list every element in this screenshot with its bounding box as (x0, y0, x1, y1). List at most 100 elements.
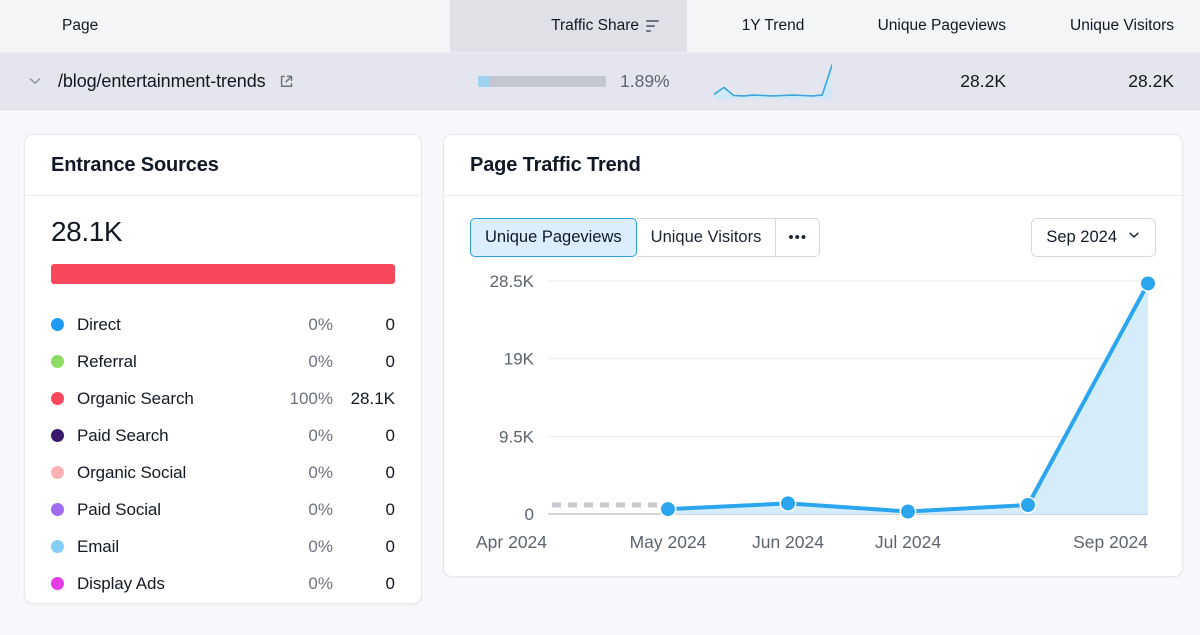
metric-segmented-control: Unique Pageviews Unique Visitors ••• (470, 218, 821, 257)
entrance-source-item[interactable]: Direct 0% 0 (51, 306, 395, 343)
source-value: 0 (385, 462, 395, 482)
traffic-share-bar-fill (478, 75, 490, 87)
entrance-source-item[interactable]: Organic Search 100% 28.1K (51, 380, 395, 417)
source-value: 0 (385, 536, 395, 556)
entrance-sources-body: 28.1K Direct 0% 0 Referral 0% 0 Organic Search… (25, 196, 421, 602)
unique-pageviews-value: 28.2K (960, 70, 1006, 91)
source-value: 0 (385, 425, 395, 445)
page-traffic-trend-card: Page Traffic Trend Unique Pageviews Uniq… (443, 134, 1183, 577)
source-value: 0 (385, 351, 395, 371)
sort-descending-icon (646, 19, 659, 33)
source-label: Organic Social (77, 462, 187, 482)
tab-unique-pageviews[interactable]: Unique Pageviews (470, 218, 637, 257)
y-axis-tick-label: 19K (504, 350, 535, 369)
date-selector[interactable]: Sep 2024 (1031, 218, 1156, 257)
source-label: Referral (77, 351, 137, 371)
column-header-unique-visitors[interactable]: Unique Visitors (1031, 0, 1200, 52)
traffic-trend-chart-svg: 0 9.5K 19K 28.5K Apr 2024 May 2024 Jun 2024 Jul… (476, 272, 1157, 552)
date-selector-value: Sep 2024 (1046, 228, 1117, 246)
trend-controls: Unique Pageviews Unique Visitors ••• Sep… (444, 196, 1182, 257)
x-axis-tick-label: Sep 2024 (1073, 532, 1148, 552)
more-metrics-button[interactable]: ••• (776, 218, 821, 257)
source-value: 28.1K (350, 388, 395, 408)
x-axis-tick-label: Jul 2024 (875, 532, 941, 552)
column-header-unique-pageviews-label: Unique Pageviews (877, 17, 1006, 34)
entrance-source-item[interactable]: Organic Social 0% 0 (51, 454, 395, 491)
source-label: Paid Search (77, 425, 169, 445)
source-color-dot (51, 503, 64, 516)
external-link-icon[interactable] (278, 73, 295, 90)
table-cell-unique-pageviews: 28.2K (859, 53, 1031, 109)
entrance-sources-header: Entrance Sources (25, 135, 421, 196)
stacked-bar-segment (51, 264, 395, 284)
source-label: Direct (77, 314, 121, 334)
table-cell-1y-trend (687, 53, 859, 109)
results-table-header: Page Traffic Share 1Y Trend Unique Pagev… (0, 0, 1200, 53)
column-header-page[interactable]: Page (0, 0, 450, 52)
source-percent: 0% (308, 462, 333, 482)
source-label: Email (77, 536, 120, 556)
data-point[interactable] (1141, 276, 1155, 291)
x-axis-tick-label: Jun 2024 (752, 532, 824, 552)
entrance-source-item[interactable]: Display Ads 0% 0 (51, 565, 395, 602)
source-value: 0 (385, 573, 395, 593)
entrance-sources-list: Direct 0% 0 Referral 0% 0 Organic Search 100% 28… (51, 306, 395, 602)
column-header-traffic-share[interactable]: Traffic Share (450, 0, 687, 52)
page-traffic-trend-header: Page Traffic Trend (444, 135, 1182, 196)
source-label: Display Ads (77, 573, 165, 593)
column-header-1y-trend[interactable]: 1Y Trend (687, 0, 859, 52)
entrance-sources-title: Entrance Sources (51, 154, 219, 176)
data-point[interactable] (661, 502, 675, 517)
source-value: 0 (385, 314, 395, 334)
entrance-source-item[interactable]: Paid Social 0% 0 (51, 491, 395, 528)
source-color-dot (51, 318, 64, 331)
data-point[interactable] (901, 504, 915, 519)
tab-unique-visitors[interactable]: Unique Visitors (636, 218, 777, 257)
sparkline-chart (714, 64, 832, 99)
source-label: Paid Social (77, 499, 161, 519)
unique-visitors-value: 28.2K (1128, 70, 1174, 91)
source-color-dot (51, 577, 64, 590)
entrance-source-item[interactable]: Email 0% 0 (51, 528, 395, 565)
entrance-sources-card: Entrance Sources 28.1K Direct 0% 0 Referral… (24, 134, 422, 604)
y-axis-tick-label: 0 (525, 505, 534, 524)
cards-container: Entrance Sources 28.1K Direct 0% 0 Referral… (0, 110, 1200, 604)
source-label: Organic Search (77, 388, 194, 408)
source-value: 0 (385, 499, 395, 519)
table-cell-page: /blog/entertainment-trends (0, 53, 450, 109)
chart-area-fill (668, 283, 1148, 514)
page-url-label: /blog/entertainment-trends (58, 70, 266, 91)
source-percent: 0% (308, 314, 333, 334)
source-color-dot (51, 355, 64, 368)
source-percent: 100% (289, 388, 333, 408)
table-cell-traffic-share: 1.89% (450, 53, 687, 109)
chevron-down-icon[interactable] (24, 70, 46, 92)
entrance-sources-stacked-bar (51, 264, 395, 284)
data-point[interactable] (781, 496, 795, 511)
column-header-traffic-share-label: Traffic Share (551, 17, 639, 34)
source-color-dot (51, 540, 64, 553)
source-color-dot (51, 466, 64, 479)
source-color-dot (51, 429, 64, 442)
column-header-unique-visitors-label: Unique Visitors (1070, 17, 1174, 34)
entrance-source-item[interactable]: Paid Search 0% 0 (51, 417, 395, 454)
entrance-source-item[interactable]: Referral 0% 0 (51, 343, 395, 380)
source-percent: 0% (308, 536, 333, 556)
data-point[interactable] (1021, 498, 1035, 513)
traffic-share-percent: 1.89% (620, 70, 670, 91)
table-row[interactable]: /blog/entertainment-trends 1.89% 28.2K 2… (0, 53, 1200, 110)
column-header-page-label: Page (62, 17, 99, 34)
y-axis-tick-label: 28.5K (490, 272, 535, 291)
y-axis-tick-label: 9.5K (499, 427, 535, 446)
traffic-trend-chart: 0 9.5K 19K 28.5K Apr 2024 May 2024 Jun 2024 Jul… (444, 257, 1182, 566)
column-header-unique-pageviews[interactable]: Unique Pageviews (859, 0, 1031, 52)
x-axis-tick-label: May 2024 (630, 532, 707, 552)
traffic-share-bar (478, 75, 606, 87)
column-header-1y-trend-label: 1Y Trend (741, 17, 805, 34)
entrance-sources-total: 28.1K (51, 216, 123, 247)
page-traffic-trend-title: Page Traffic Trend (470, 154, 641, 176)
source-color-dot (51, 392, 64, 405)
source-percent: 0% (308, 351, 333, 371)
chevron-down-icon (1127, 228, 1141, 247)
source-percent: 0% (308, 425, 333, 445)
